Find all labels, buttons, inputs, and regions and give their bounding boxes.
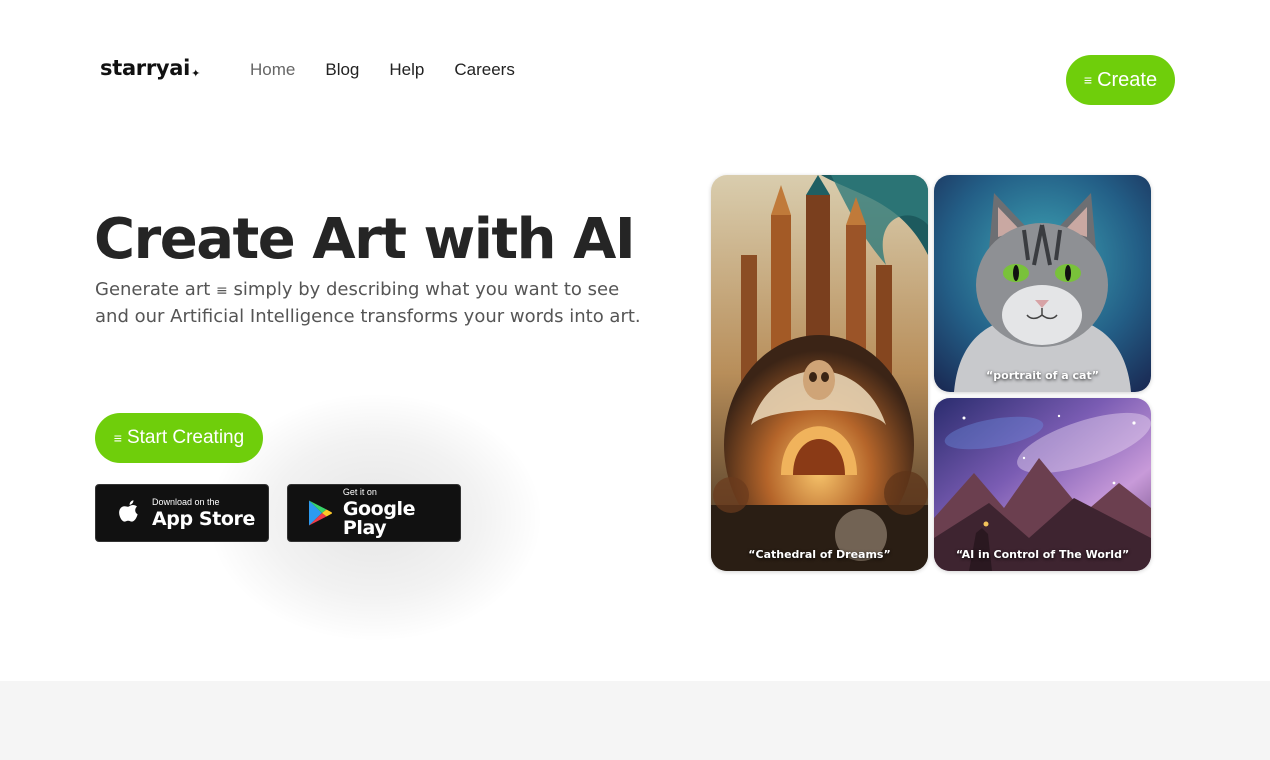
app-store-small-text: Download on the bbox=[152, 496, 220, 507]
cat-caption: “portrait of a cat” bbox=[986, 369, 1099, 382]
app-store-label: App Store bbox=[152, 507, 255, 530]
next-section-band bbox=[0, 681, 1270, 760]
nav-home-link[interactable]: Home bbox=[250, 60, 295, 80]
google-play-icon bbox=[306, 498, 335, 528]
logo-text: starryai bbox=[100, 56, 191, 80]
menu-icon: ≡ bbox=[1083, 72, 1093, 88]
nav-blog-link[interactable]: Blog bbox=[325, 60, 359, 80]
main-nav: Home Blog Help Careers bbox=[250, 60, 515, 80]
space-caption: “AI in Control of The World” bbox=[955, 548, 1130, 561]
menu-icon: ≡ bbox=[113, 430, 122, 446]
cathedral-artwork[interactable]: “Cathedral of Dreams” bbox=[711, 175, 928, 571]
cat-image bbox=[934, 175, 1151, 392]
google-play-label: Google Play bbox=[342, 498, 416, 539]
google-play-small-text: Get it on bbox=[342, 487, 377, 497]
space-artwork[interactable]: “AI in Control of The World” bbox=[934, 398, 1151, 571]
start-creating-button[interactable]: ≡ Start Creating bbox=[95, 413, 263, 463]
cat-portrait-artwork[interactable]: “portrait of a cat” bbox=[934, 175, 1151, 392]
start-creating-label: Start Creating bbox=[126, 427, 245, 448]
sparkle-icon: ✦ bbox=[191, 67, 201, 80]
space-image bbox=[934, 398, 1151, 571]
starryai-logo[interactable]: starryai✦ bbox=[100, 56, 200, 80]
hero-title: Create Art with AI bbox=[94, 207, 636, 272]
nav-careers-link[interactable]: Careers bbox=[454, 60, 514, 80]
cathedral-image bbox=[711, 175, 928, 571]
cathedral-caption: “Cathedral of Dreams” bbox=[748, 548, 891, 561]
create-button[interactable]: ≡ Create bbox=[1066, 55, 1175, 105]
apple-icon bbox=[114, 498, 144, 528]
create-button-label: Create bbox=[1097, 68, 1158, 91]
nav-help-link[interactable]: Help bbox=[389, 60, 424, 80]
hero-subtitle-start: Generate art bbox=[95, 279, 211, 300]
google-play-button[interactable]: Get it on Google Play bbox=[287, 484, 461, 542]
menu-icon: ≡ bbox=[216, 283, 228, 299]
hero-subtitle: Generate art ≡ simply by describing what… bbox=[95, 277, 655, 329]
app-store-button[interactable]: Download on the App Store bbox=[95, 484, 269, 542]
